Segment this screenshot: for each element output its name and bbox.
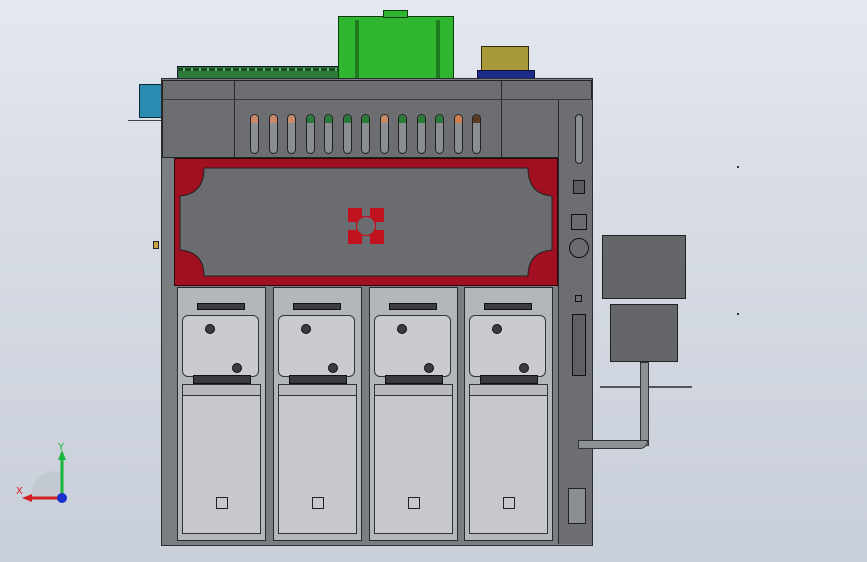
instrument-divider-right	[501, 80, 502, 158]
unit-lower-header	[374, 384, 453, 396]
instrument-top-line	[162, 99, 592, 100]
lamp-cap	[362, 115, 369, 123]
lamp-row	[250, 114, 490, 154]
unit-lower-plate	[374, 384, 453, 534]
unit-terminal-bar	[385, 375, 443, 384]
lamp-cap	[454, 115, 462, 123]
dot-mark	[737, 313, 739, 315]
green-cover-rail-right	[436, 20, 440, 80]
indicator-lamp	[453, 114, 463, 154]
axis-triad	[22, 450, 67, 503]
lamp-cap	[325, 115, 332, 123]
unit-lower-plate	[182, 384, 261, 534]
indicator-lamp	[324, 114, 333, 154]
unit-screw-icon	[424, 363, 434, 373]
lamp-cap	[251, 115, 258, 123]
unit-label-box	[312, 497, 324, 509]
dot-mark	[737, 166, 739, 168]
unit-label-box	[503, 497, 515, 509]
unit-terminal-bar	[193, 375, 251, 384]
indicator-lamp	[250, 114, 259, 154]
pipe-vertical	[640, 362, 649, 446]
right-handle-top	[575, 114, 583, 164]
unit-upper-plate	[278, 315, 355, 377]
indicator-lamp	[379, 114, 389, 154]
unit-screw-icon	[397, 324, 407, 334]
unit-lower-header	[469, 384, 548, 396]
unit-handle-slot	[197, 303, 245, 310]
square-button-icon	[571, 214, 587, 230]
lamp-cap	[473, 115, 480, 123]
unit-lower-plate	[469, 384, 548, 534]
indicator-lamp	[361, 114, 370, 154]
indicator-lamp	[342, 114, 352, 154]
lamp-cap	[417, 115, 425, 123]
indicator-lamp	[416, 114, 426, 154]
indicator-lamp	[287, 114, 296, 154]
unit-screw-icon	[492, 324, 502, 334]
unit-terminal-bar	[289, 375, 347, 384]
fault-symbol-icon	[348, 208, 384, 244]
x-axis-label: X	[16, 486, 23, 497]
left-hinge	[153, 241, 159, 249]
unit-screw-icon	[328, 363, 338, 373]
lamp-cap	[380, 115, 388, 123]
indicator-lamp	[435, 114, 444, 154]
small-indicator-icon	[575, 295, 582, 302]
lamp-cap	[343, 115, 351, 123]
external-box-upper	[602, 235, 686, 299]
lamp-cap	[288, 115, 295, 123]
side-connector-box	[139, 84, 163, 118]
unit-upper-plate	[469, 315, 546, 377]
lamp-cap	[269, 115, 277, 123]
switch-icon	[573, 180, 585, 194]
unit-upper-plate	[374, 315, 451, 377]
unit-lower-plate	[278, 384, 357, 534]
unit-handle-slot	[389, 303, 437, 310]
relay-module	[481, 46, 529, 72]
external-box-lower	[610, 304, 678, 362]
unit-handle-slot	[484, 303, 532, 310]
unit-lower-header	[278, 384, 357, 396]
lamp-cap	[399, 115, 406, 123]
unit-screw-icon	[232, 363, 242, 373]
unit-upper-plate	[182, 315, 259, 377]
lamp-cap	[436, 115, 443, 123]
green-cover-rail-left	[355, 20, 359, 80]
green-cover-top	[383, 10, 408, 18]
terminal-strip	[572, 314, 586, 376]
unit-label-box	[216, 497, 228, 509]
lamp-cap	[306, 115, 314, 123]
instrument-divider-left	[234, 80, 235, 158]
indicator-lamp	[472, 114, 481, 154]
unit-terminal-bar	[480, 375, 538, 384]
unit-label-box	[408, 497, 420, 509]
right-handle-bottom	[568, 488, 586, 524]
unit-lower-header	[182, 384, 261, 396]
unit-screw-icon	[205, 324, 215, 334]
indicator-lamp	[268, 114, 278, 154]
unit-screw-icon	[301, 324, 311, 334]
unit-screw-icon	[519, 363, 529, 373]
pcb-strip	[177, 68, 339, 71]
unit-handle-slot	[293, 303, 341, 310]
pipe-horizontal	[578, 440, 648, 449]
round-knob-icon	[569, 238, 589, 258]
indicator-lamp	[398, 114, 407, 154]
indicator-lamp	[305, 114, 315, 154]
y-axis-label: Y	[58, 442, 65, 453]
